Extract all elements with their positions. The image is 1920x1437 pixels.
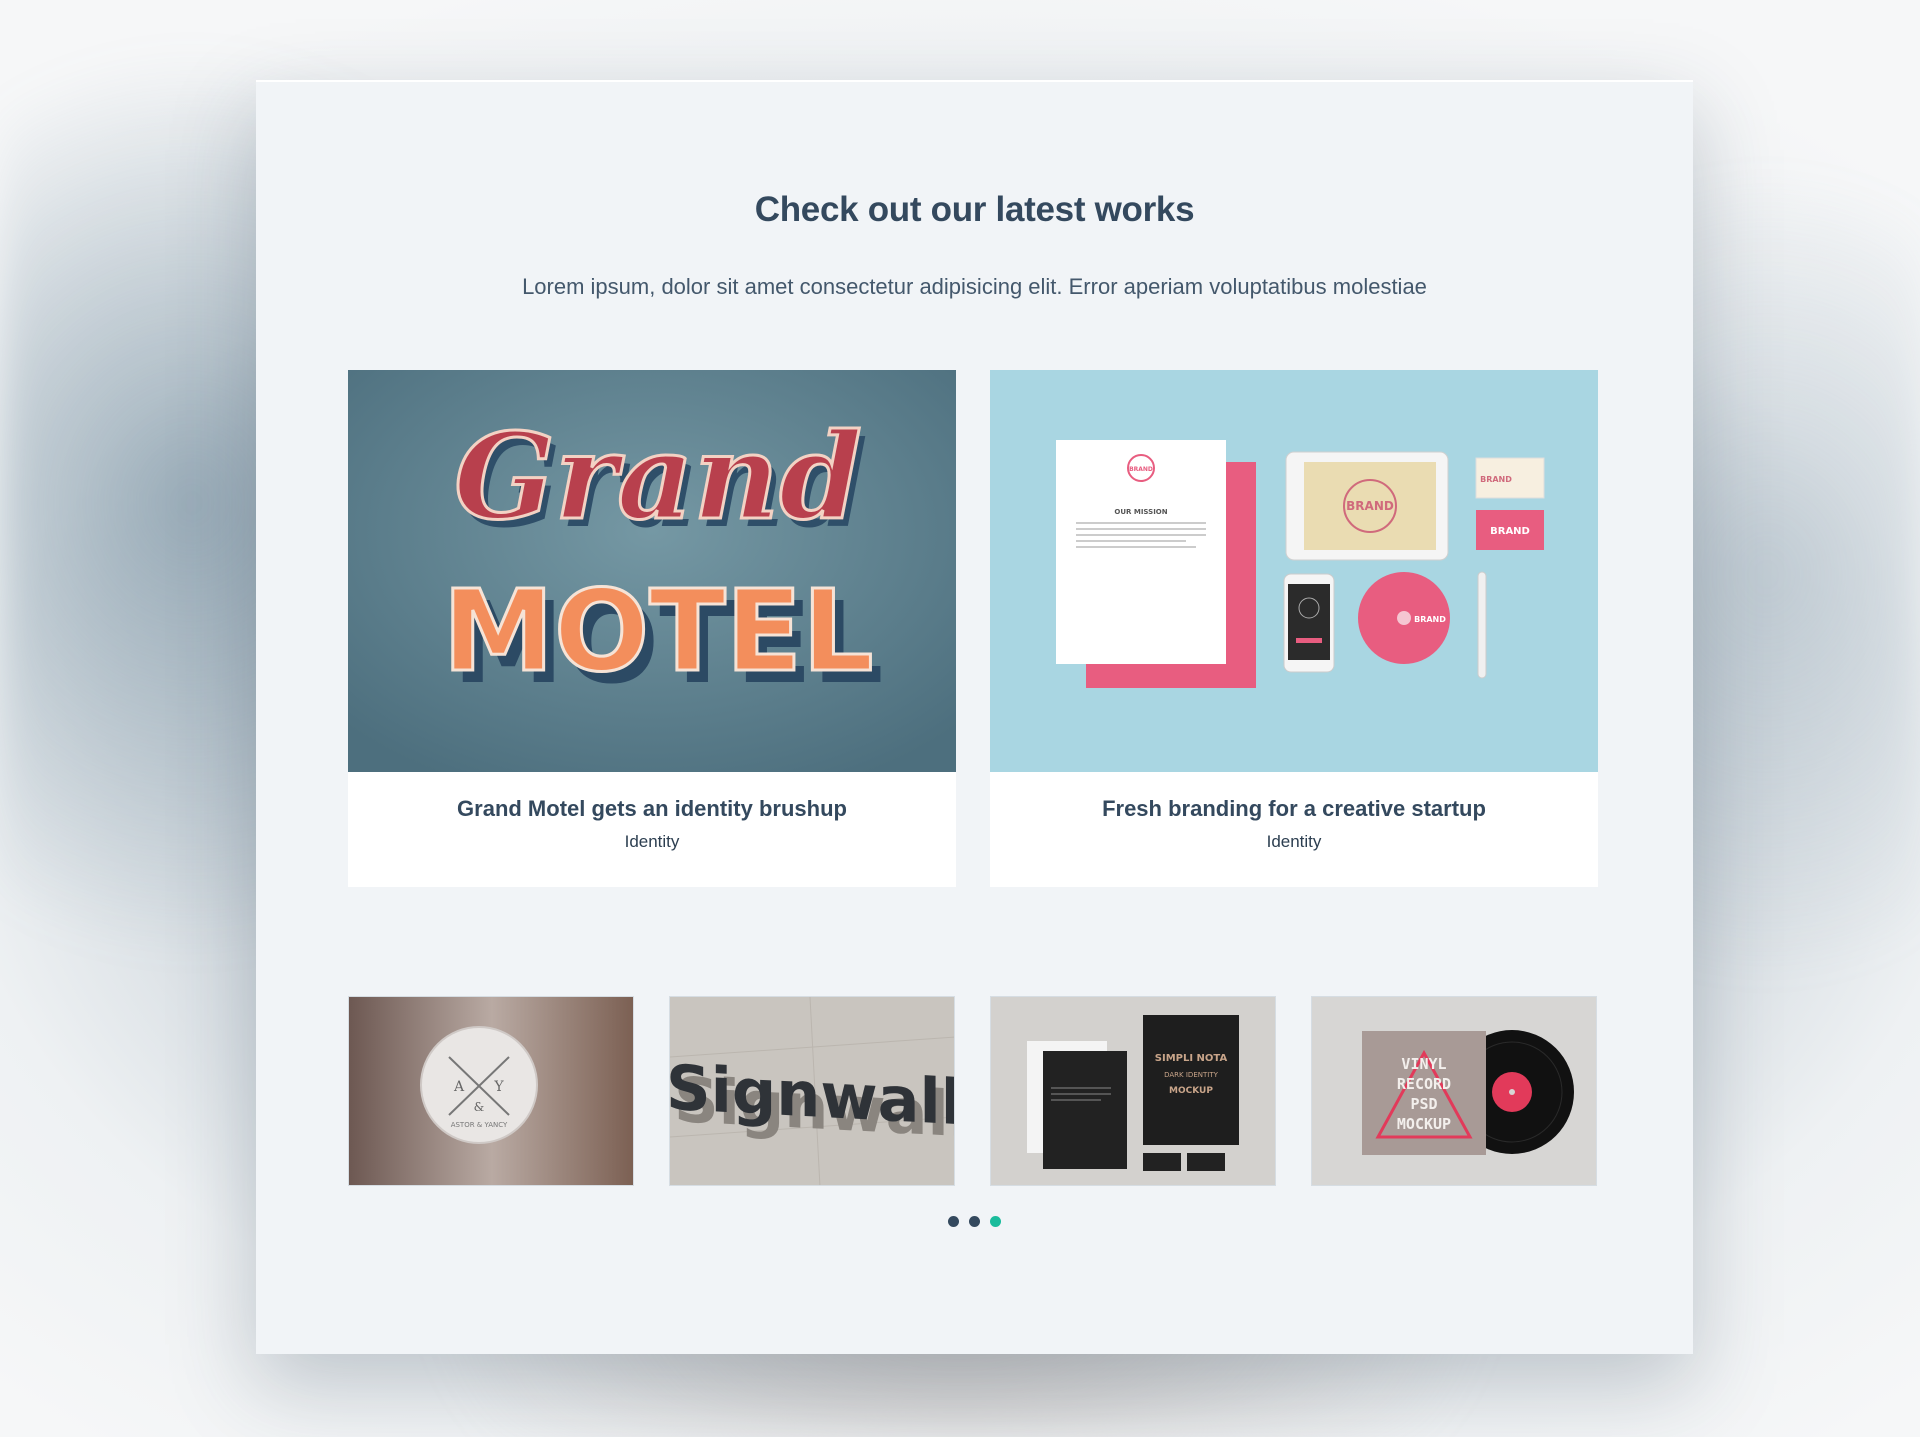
simpli-line2: DARK IDENTITY [1164,1071,1218,1079]
astor-a: A [453,1079,465,1095]
astor-amp: & [474,1100,485,1114]
astor-y: Y [493,1079,504,1095]
card-category: Identity [1266,832,1322,851]
vinyl-line2: RECORD [1397,1075,1451,1093]
astor-name: ASTOR & YANCY [451,1121,508,1129]
carousel-pagination [256,1214,1693,1232]
featured-card-fresh-branding[interactable]: BRAND OUR MISSION BRAND BRAND BRAND BRAN… [990,370,1598,887]
pagination-dot-2[interactable] [969,1216,980,1227]
thumbnail-signwall[interactable]: Signwall Signwall [669,996,955,1186]
vinyl-line4: MOCKUP [1397,1115,1451,1133]
motel-block-text: MOTEL [443,567,874,697]
simpli-line1: SIMPLI NOTA [1155,1053,1228,1064]
thumbnail-vinyl-record[interactable]: VINYL RECORD PSD MOCKUP [1311,996,1597,1186]
grand-script-text-front: Grand [454,407,862,546]
tablet-brand: BRAND [1346,499,1394,513]
card-title[interactable]: Grand Motel gets an identity brushup [348,796,956,822]
card-title[interactable]: Fresh branding for a creative startup [990,796,1598,822]
signwall-text: Signwall [670,1051,955,1139]
pagination-dot-3[interactable] [990,1216,1002,1227]
letterhead-mission: OUR MISSION [1114,508,1167,516]
simpli-line3: MOCKUP [1169,1086,1213,1096]
grand-motel-image[interactable]: Grand Grand MOTEL MOTEL [348,370,956,772]
letterhead-brand: BRAND [1129,466,1153,473]
vinyl-line3: PSD [1410,1095,1437,1113]
card-category: Identity [624,832,680,851]
section-title: Check out our latest works [754,190,1195,229]
card-brand-pink: BRAND [1490,526,1530,537]
vinyl-line1: VINYL [1401,1055,1446,1073]
featured-card-grand-motel[interactable]: Grand Grand MOTEL MOTEL Grand Motel gets… [348,370,956,887]
section-subtitle: Lorem ipsum, dolor sit amet consectetur … [522,274,1427,299]
card-brand-light: BRAND [1480,475,1512,484]
portfolio-section: Check out our latest works Lorem ipsum, … [256,80,1693,1354]
thumbnail-astor-yancy[interactable]: A Y & ASTOR & YANCY [348,996,634,1186]
branding-mockup-image[interactable]: BRAND OUR MISSION BRAND BRAND BRAND BRAN… [990,370,1598,772]
disc-brand: BRAND [1414,615,1446,624]
pagination-dot-1[interactable] [947,1216,959,1227]
thumbnail-simpli-nota[interactable]: SIMPLI NOTA DARK IDENTITY MOCKUP [990,996,1276,1186]
